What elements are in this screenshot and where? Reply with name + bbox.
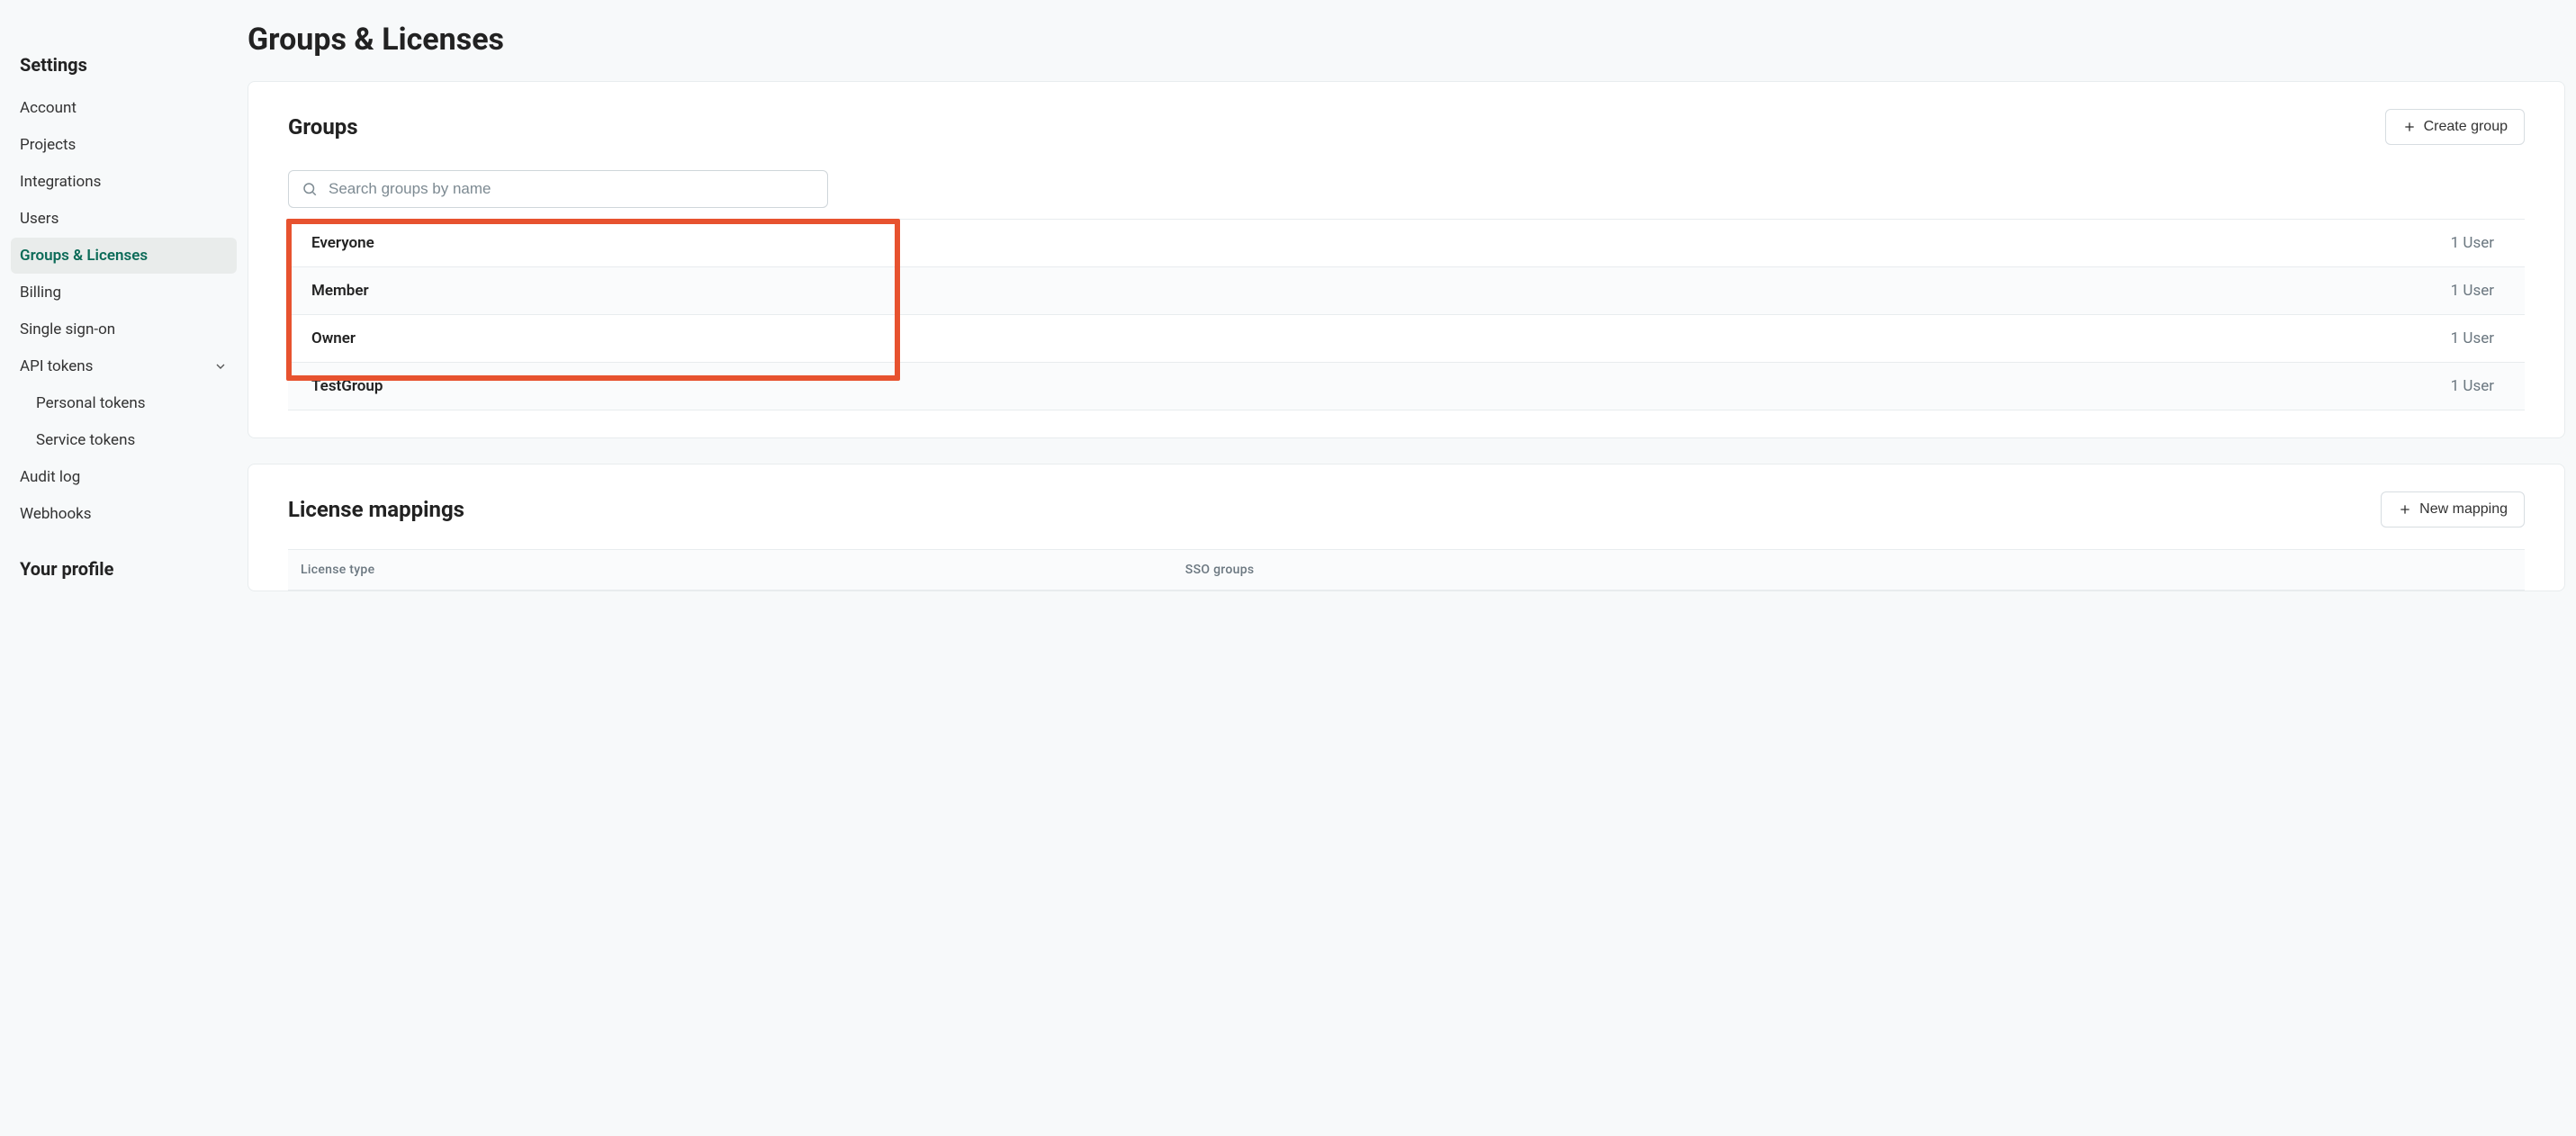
group-user-count: 1 User [1997,377,2501,395]
sidebar-item-api-tokens[interactable]: API tokens [11,348,237,384]
sidebar-item-service-tokens[interactable]: Service tokens [11,422,237,458]
plus-icon [2398,502,2412,517]
group-user-count: 1 User [1997,329,2501,347]
group-user-count: 1 User [1997,282,2501,300]
group-row-owner[interactable]: Owner 1 User [288,314,2525,362]
sidebar-item-label: API tokens [20,357,93,375]
sidebar-heading-profile: Your profile [11,533,237,594]
page-title: Groups & Licenses [248,22,2576,81]
groups-card-title: Groups [288,114,358,140]
group-row-member[interactable]: Member 1 User [288,266,2525,314]
groups-list: Everyone 1 User Member 1 User Owner 1 Us… [288,219,2525,410]
sidebar-item-billing[interactable]: Billing [11,275,237,311]
create-group-button-label: Create group [2424,119,2508,135]
chevron-down-icon [213,359,228,374]
sidebar-item-groups-licenses[interactable]: Groups & Licenses [11,238,237,274]
group-user-count: 1 User [1997,234,2501,252]
search-groups-box[interactable] [288,170,828,208]
group-name: TestGroup [311,377,383,395]
group-row-testgroup[interactable]: TestGroup 1 User [288,362,2525,410]
group-name: Member [311,282,369,300]
new-mapping-button[interactable]: New mapping [2381,491,2525,527]
main-content: Groups & Licenses Groups Create group [248,0,2576,1136]
sidebar: Settings Account Projects Integrations U… [0,0,248,1136]
column-sso-groups: SSO groups [1185,563,2512,577]
sidebar-item-sso[interactable]: Single sign-on [11,311,237,347]
plus-icon [2402,120,2417,134]
sidebar-item-users[interactable]: Users [11,201,237,237]
sidebar-item-projects[interactable]: Projects [11,127,237,163]
sidebar-heading-settings: Settings [11,54,237,90]
search-icon [302,181,318,197]
sidebar-item-personal-tokens[interactable]: Personal tokens [11,385,237,421]
mappings-table-header: License type SSO groups [288,549,2525,591]
sidebar-item-integrations[interactable]: Integrations [11,164,237,200]
mappings-card-title: License mappings [288,497,464,522]
groups-card: Groups Create group Everyone 1 User [248,81,2565,438]
group-name: Owner [311,329,356,347]
sidebar-item-webhooks[interactable]: Webhooks [11,496,237,532]
group-row-everyone[interactable]: Everyone 1 User [288,219,2525,266]
sidebar-item-account[interactable]: Account [11,90,237,126]
group-name: Everyone [311,234,374,252]
create-group-button[interactable]: Create group [2385,109,2525,145]
sidebar-item-audit-log[interactable]: Audit log [11,459,237,495]
license-mappings-card: License mappings New mapping License typ… [248,464,2565,591]
new-mapping-button-label: New mapping [2419,501,2508,518]
search-groups-input[interactable] [329,180,815,198]
column-license-type: License type [301,563,1185,577]
